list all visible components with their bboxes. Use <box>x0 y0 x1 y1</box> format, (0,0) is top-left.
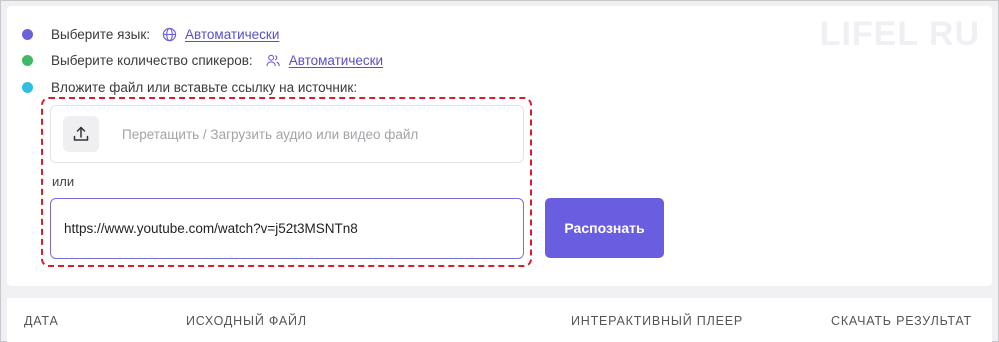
or-label: или <box>52 174 75 189</box>
upload-icon <box>72 125 90 143</box>
file-dropzone[interactable]: Перетащить / Загрузить аудио или видео ф… <box>50 105 524 163</box>
language-label: Выберите язык: <box>51 26 150 42</box>
column-source-file: ИСХОДНЫЙ ФАЙЛ <box>186 314 307 328</box>
dropzone-text: Перетащить / Загрузить аудио или видео ф… <box>122 126 419 142</box>
upload-button[interactable] <box>63 116 99 152</box>
step-dot <box>22 81 33 93</box>
results-table-header: ДАТА ИСХОДНЫЙ ФАЙЛ ИНТЕРАКТИВНЫЙ ПЛЕЕР С… <box>7 298 992 342</box>
column-interactive-player: ИНТЕРАКТИВНЫЙ ПЛЕЕР <box>571 314 744 328</box>
users-icon <box>265 53 281 68</box>
column-download-result: СКАЧАТЬ РЕЗУЛЬТАТ <box>831 314 972 328</box>
speakers-label: Выберите количество спикеров: <box>51 52 253 68</box>
step-speakers: Выберите количество спикеров: Автоматиче… <box>22 50 383 70</box>
speakers-selector[interactable]: Автоматически <box>265 53 383 68</box>
source-label: Вложите файл или вставьте ссылку на исто… <box>51 79 358 95</box>
source-url-input[interactable] <box>50 198 524 259</box>
watermark: LIFEL RU <box>819 14 980 53</box>
language-selector[interactable]: Автоматически <box>162 27 279 42</box>
recognize-button[interactable]: Распознать <box>545 198 664 258</box>
step-dot <box>22 28 33 40</box>
step-dot <box>22 54 33 66</box>
language-value-link[interactable]: Автоматически <box>185 27 279 42</box>
globe-icon <box>162 27 177 42</box>
step-source: Вложите файл или вставьте ссылку на исто… <box>22 77 369 97</box>
step-language: Выберите язык: Автоматически <box>22 24 279 44</box>
column-date: ДАТА <box>24 314 59 328</box>
speakers-value-link[interactable]: Автоматически <box>289 53 383 68</box>
